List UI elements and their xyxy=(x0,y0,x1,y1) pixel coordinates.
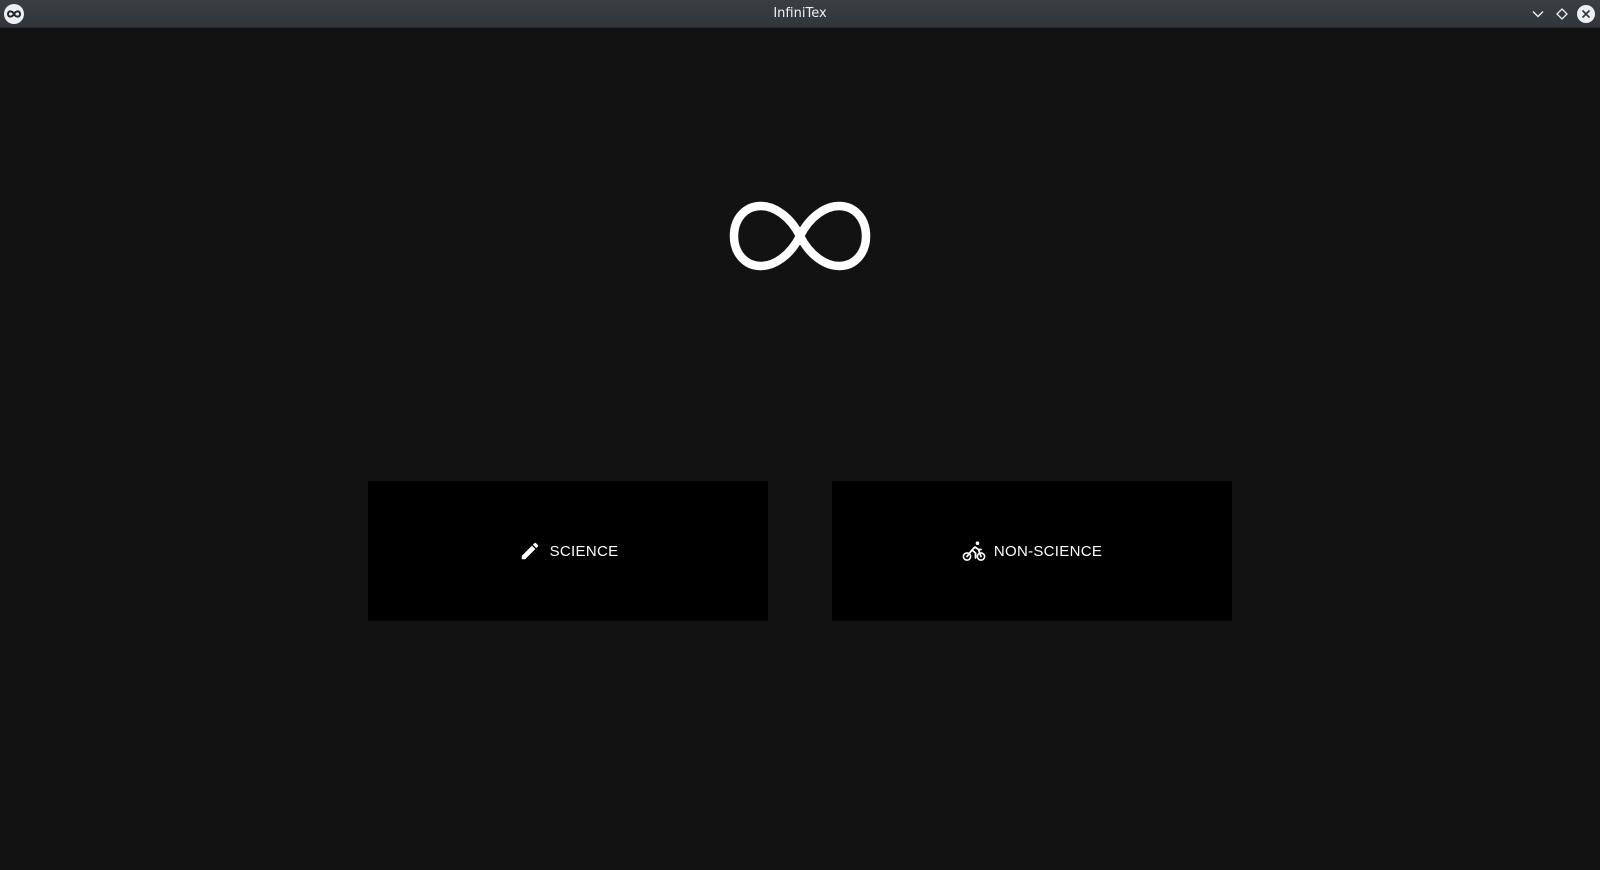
pencil-icon xyxy=(518,539,542,563)
window-titlebar[interactable]: InfiniTex xyxy=(0,0,1600,28)
maximize-icon xyxy=(1556,8,1568,20)
close-button[interactable] xyxy=(1576,4,1596,24)
minimize-icon xyxy=(1532,11,1544,18)
infinity-icon xyxy=(729,201,871,271)
non-science-label: NON-SCIENCE xyxy=(993,542,1103,560)
main-content: SCIENCE NON-SCIENCE xyxy=(0,28,1600,870)
maximize-button[interactable] xyxy=(1552,4,1572,24)
non-science-button[interactable]: NON-SCIENCE xyxy=(832,481,1232,621)
close-icon xyxy=(1577,5,1595,23)
minimize-button[interactable] xyxy=(1528,4,1548,24)
science-label: SCIENCE xyxy=(549,542,619,560)
bicycle-icon xyxy=(962,539,986,563)
window-title: InfiniTex xyxy=(773,6,827,21)
science-button[interactable]: SCIENCE xyxy=(368,481,768,621)
